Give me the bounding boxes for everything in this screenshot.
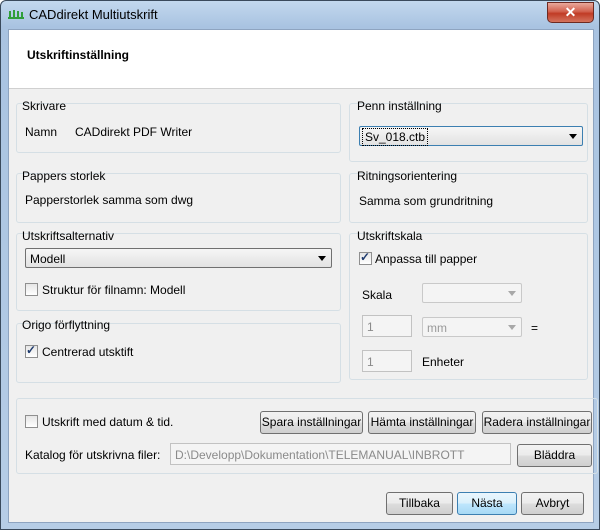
- unit-select[interactable]: mm: [422, 317, 522, 337]
- origin-group-label: Origo förflyttning: [22, 318, 111, 332]
- window-title: CADdirekt Multiutskrift: [29, 7, 158, 22]
- chevron-down-icon: [318, 256, 326, 261]
- next-button[interactable]: Nästa: [457, 492, 517, 515]
- print-options-group: [16, 233, 341, 311]
- print-options-group-label: Utskriftsalternativ: [22, 229, 115, 243]
- centered-print-checkbox[interactable]: [25, 343, 38, 358]
- units-value-input[interactable]: 1: [362, 350, 412, 372]
- save-settings-button[interactable]: Spara inställningar: [260, 411, 363, 434]
- paper-size-group-label: Pappers storlek: [22, 169, 106, 183]
- filename-structure-checkbox[interactable]: [25, 283, 38, 296]
- chevron-down-icon: [508, 291, 516, 296]
- equals-sign: =: [531, 321, 539, 335]
- mm-value-input[interactable]: 1: [362, 315, 412, 337]
- title-bar[interactable]: CADdirekt Multiutskrift ✕: [1, 1, 599, 29]
- print-scale-group-label: Utskriftskala: [357, 229, 423, 243]
- output-folder-input[interactable]: D:\Developp\Dokumentation\TELEMANUAL\INB…: [170, 443, 511, 465]
- orientation-value: Samma som grundritning: [359, 194, 494, 208]
- cad-icon: [8, 10, 24, 19]
- cancel-button[interactable]: Avbryt: [521, 492, 584, 515]
- back-button[interactable]: Tillbaka: [386, 492, 453, 515]
- browse-button[interactable]: Bläddra: [517, 444, 592, 467]
- chevron-down-icon: [569, 134, 577, 139]
- printer-name-value: CADdirekt PDF Writer: [75, 125, 193, 139]
- units-label: Enheter: [422, 355, 465, 369]
- pen-setting-select[interactable]: Sv_018.ctb: [359, 126, 583, 146]
- print-option-select[interactable]: Modell: [25, 248, 332, 268]
- close-button[interactable]: ✕: [547, 2, 594, 23]
- print-date-label: Utskrift med datum & tid.: [42, 415, 174, 429]
- fit-to-paper-checkbox[interactable]: [359, 250, 372, 265]
- close-icon: ✕: [564, 4, 577, 20]
- output-folder-label: Katalog för utskrivna filer:: [25, 448, 161, 462]
- pen-setting-group-label: Penn inställning: [357, 99, 442, 113]
- printer-name-label: Namn: [25, 125, 58, 139]
- print-date-checkbox[interactable]: [25, 415, 38, 428]
- page-header: Utskriftinställning: [9, 30, 593, 89]
- page-title: Utskriftinställning: [27, 48, 130, 62]
- load-settings-button[interactable]: Hämta inställningar: [368, 411, 476, 434]
- scale-select[interactable]: [422, 283, 522, 303]
- fit-to-paper-label: Anpassa till papper: [375, 252, 478, 266]
- dialog-client-area: Utskriftinställning Skrivare Namn CADdir…: [8, 29, 598, 523]
- orientation-group-label: Ritningsorientering: [357, 169, 458, 183]
- chevron-down-icon: [508, 325, 516, 330]
- filename-structure-label: Struktur för filnamn: Modell: [42, 283, 186, 297]
- paper-size-value: Papperstorlek samma som dwg: [25, 193, 194, 207]
- scale-label: Skala: [362, 288, 393, 302]
- printer-group-label: Skrivare: [22, 99, 67, 113]
- dialog-window: CADdirekt Multiutskrift ✕ Utskriftinstäl…: [0, 0, 600, 530]
- delete-settings-button[interactable]: Radera inställningar: [482, 411, 592, 434]
- centered-print-label: Centrerad utsktift: [42, 345, 134, 359]
